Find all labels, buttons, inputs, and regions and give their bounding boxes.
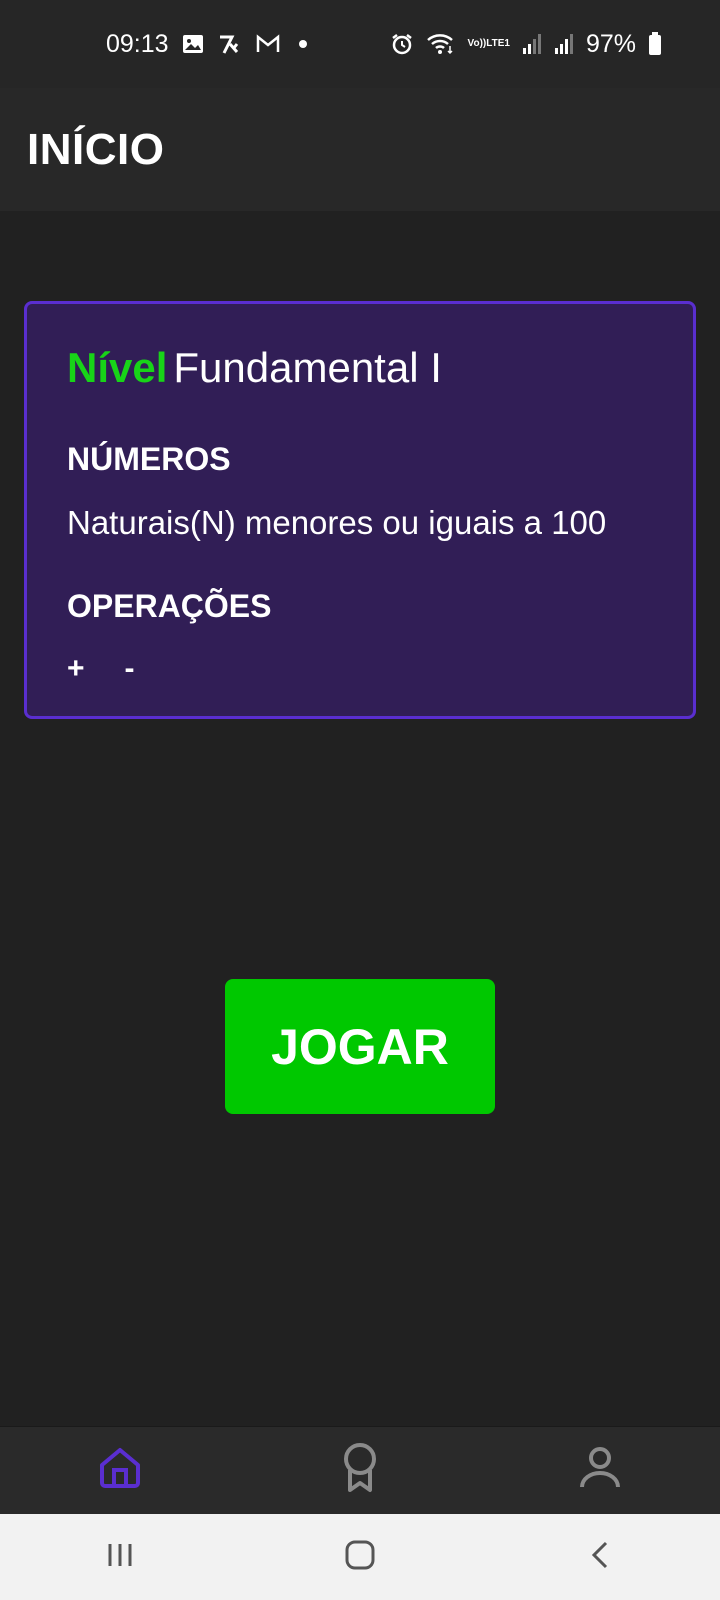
numbers-text: Naturais(N) menores ou iguais a 100 (67, 504, 607, 541)
signal-icon (522, 33, 542, 55)
back-button[interactable] (560, 1527, 640, 1587)
nav-home[interactable] (70, 1427, 170, 1515)
home-icon (97, 1445, 143, 1496)
back-icon (589, 1540, 611, 1575)
gmail-icon (255, 33, 281, 55)
level-card: Nível Fundamental I NÚMEROS Naturais(N) m… (24, 301, 696, 719)
system-nav-bar (0, 1514, 720, 1600)
nav-profile[interactable] (550, 1427, 650, 1515)
recent-apps-button[interactable] (80, 1527, 160, 1587)
status-bar: 09:13 Vo)) LTE1 97% (0, 0, 720, 88)
volte-icon: Vo)) LTE1 (468, 39, 510, 49)
operation-minus: - (124, 652, 135, 685)
bottom-nav (0, 1426, 720, 1514)
volte-label: Vo)) (467, 38, 487, 49)
recent-apps-icon (105, 1542, 135, 1573)
profile-icon (579, 1445, 621, 1496)
battery-percent: 97% (585, 29, 636, 58)
home-square-icon (344, 1539, 376, 1576)
app-bar: INÍCIO (0, 88, 720, 211)
status-time: 09:13 (106, 29, 169, 58)
app-notification-icon (217, 32, 243, 56)
operation-plus: + (67, 652, 85, 685)
signal-icon (554, 33, 574, 55)
level-line: Nível Fundamental I (67, 344, 442, 392)
home-button[interactable] (320, 1527, 400, 1587)
operations-heading: OPERAÇÕES (67, 588, 272, 624)
level-value: Fundamental I (173, 344, 442, 391)
wifi-icon (426, 32, 456, 56)
level-label: Nível (67, 344, 168, 391)
award-icon (340, 1442, 380, 1499)
play-button[interactable]: JOGAR (225, 979, 495, 1114)
battery-icon (648, 32, 662, 56)
numbers-heading: NÚMEROS (67, 441, 231, 477)
operations-list: + - (67, 652, 135, 686)
alarm-icon (390, 32, 414, 56)
gallery-icon (181, 32, 205, 56)
nav-achievements[interactable] (310, 1427, 410, 1515)
lte-label: LTE1 (486, 38, 510, 49)
page-title: INÍCIO (27, 124, 165, 174)
more-dot-icon (298, 40, 307, 48)
